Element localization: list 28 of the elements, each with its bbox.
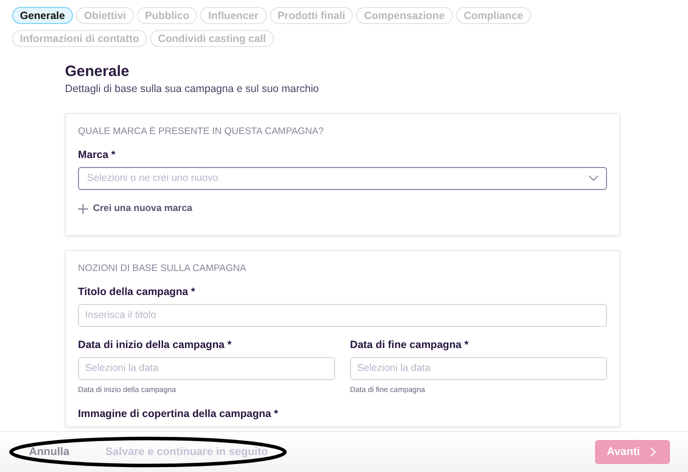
field-label: Marca * xyxy=(78,149,116,161)
step-tab[interactable]: Informazioni di contatto xyxy=(12,30,147,47)
brand-select[interactable]: Selezioni o ne crei uno nuovo xyxy=(78,167,607,190)
step-tab[interactable]: Prodotti finali xyxy=(270,7,354,24)
step-tab[interactable]: Compensazione xyxy=(356,7,453,24)
date-field[interactable]: Selezioni la data xyxy=(350,356,607,380)
page-subtitle: Dettagli di base sulla sua campagna e sul suo marchio xyxy=(65,83,320,95)
step-tab[interactable]: Pubblico xyxy=(136,7,198,24)
create-brand-link[interactable]: Crei una nuova marca xyxy=(78,203,192,214)
cancel-link[interactable]: Annulla xyxy=(29,446,70,458)
plus-icon xyxy=(78,204,88,214)
section-heading: QUALE MARCA È PRESENTE IN QUESTA CAMPAGNA? xyxy=(78,126,325,137)
step-tab[interactable]: Condividi casting call xyxy=(150,30,274,47)
date-field[interactable]: Selezioni la data xyxy=(78,356,335,380)
title-field[interactable]: Inserisca il titolo xyxy=(78,304,607,326)
step-tab[interactable]: Influencer xyxy=(200,7,266,24)
page-title: Generale xyxy=(65,63,130,80)
field-label: Data di inizio della campagna * xyxy=(78,338,232,350)
chevron-down-icon xyxy=(588,175,599,182)
save-later-link[interactable]: Salvare e continuare in seguito xyxy=(105,446,268,458)
step-tab[interactable]: Compliance xyxy=(456,7,532,24)
field-label: Data di fine campagna * xyxy=(350,338,470,350)
chevron-right-icon xyxy=(650,447,656,457)
step-tab[interactable]: Obiettivi xyxy=(76,7,134,24)
step-tab[interactable]: Generale xyxy=(12,7,73,24)
field-label: Titolo della campagna * xyxy=(78,286,196,298)
section-heading: NOZIONI DI BASE SULLA CAMPAGNA xyxy=(78,262,248,274)
field-label: Immagine di copertina della campagna * xyxy=(78,408,280,420)
